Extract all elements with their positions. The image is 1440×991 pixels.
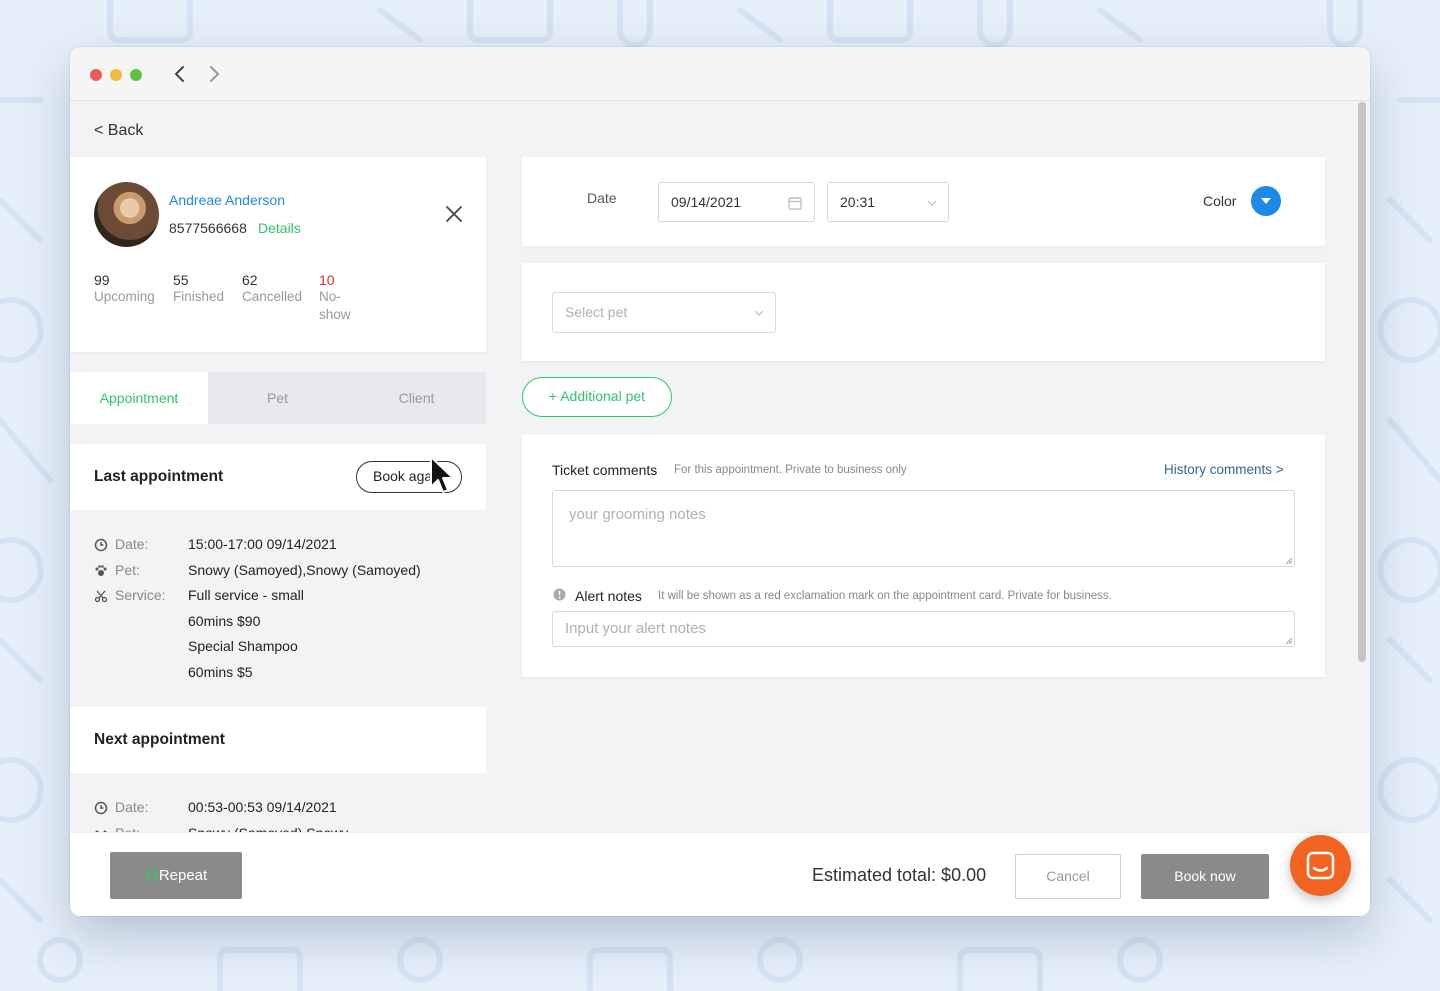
main-content: < Back Andreae Anderson 8577566668 Detai… [70, 102, 1370, 833]
stat-finished: 55 Finished [173, 272, 224, 306]
service-line: Full service - small [188, 587, 304, 603]
maximize-window-button[interactable] [130, 69, 142, 81]
comments-card: Ticket comments For this appointment. Pr… [522, 435, 1325, 677]
avatar [94, 182, 159, 247]
stat-noshow: 10 No-show [319, 272, 359, 324]
tab-client[interactable]: Client [347, 372, 486, 424]
service-line: 60mins $5 [188, 664, 253, 680]
minimize-window-button[interactable] [110, 69, 122, 81]
tab-appointment[interactable]: Appointment [70, 372, 208, 424]
chat-icon [1306, 851, 1335, 880]
alert-notes-textarea[interactable]: Input your alert notes [552, 611, 1295, 647]
last-service-label: Service: [115, 587, 166, 603]
last-pet-value: Snowy (Samoyed),Snowy (Samoyed) [188, 562, 421, 578]
select-pet-placeholder: Select pet [565, 304, 628, 320]
grooming-notes-placeholder: your grooming notes [569, 506, 706, 523]
stat-finished-label: Finished [173, 289, 225, 304]
alert-icon [553, 588, 566, 601]
service-line: Special Shampoo [188, 638, 298, 654]
clock-icon [94, 801, 108, 815]
paw-icon [95, 565, 107, 576]
additional-pet-button[interactable]: + Additional pet [522, 377, 672, 417]
book-now-button[interactable]: Book now [1141, 854, 1269, 899]
color-picker-button[interactable] [1251, 186, 1281, 216]
calendar-icon [788, 197, 802, 210]
estimated-total: Estimated total: $0.00 [812, 865, 987, 885]
tab-pet[interactable]: Pet [208, 372, 347, 424]
color-label: Color [1203, 193, 1237, 209]
clock-icon [94, 538, 108, 552]
stat-cancelled-count: 62 [242, 272, 258, 288]
repeat-icon [146, 869, 158, 881]
service-line: 60mins $90 [188, 613, 261, 629]
next-date-label: Date: [115, 799, 149, 815]
title-bar [70, 47, 1370, 101]
client-card: Andreae Anderson 8577566668 Details 99 U… [70, 157, 486, 352]
alert-notes-subtitle: It will be shown as a red exclamation ma… [658, 590, 1112, 602]
alert-notes-title: Alert notes [575, 588, 642, 604]
repeat-label: Repeat [158, 867, 208, 884]
select-pet-dropdown[interactable]: Select pet [552, 292, 776, 333]
caret-down-icon [1261, 198, 1271, 204]
next-appointment-details: Date: 00:53-00:53 09/14/2021 Pet: Snowy … [70, 773, 486, 833]
scissors-icon [94, 590, 108, 603]
next-appointment-title: Next appointment [94, 731, 225, 748]
close-window-button[interactable] [90, 69, 102, 81]
next-date-value: 00:53-00:53 09/14/2021 [188, 799, 337, 815]
time-select[interactable]: 20:31 [827, 182, 949, 222]
stat-cancelled: 62 Cancelled [242, 272, 302, 306]
grooming-notes-textarea[interactable]: your grooming notes [552, 490, 1295, 567]
client-name-link[interactable]: Andreae Anderson [169, 192, 285, 208]
stat-cancelled-label: Cancelled [242, 289, 303, 304]
ticket-comments-title: Ticket comments [552, 462, 658, 478]
last-date-label: Date: [115, 536, 149, 552]
stat-upcoming-count: 99 [94, 272, 110, 288]
chevron-right-icon[interactable] [204, 63, 224, 85]
scrollbar[interactable] [1358, 102, 1366, 662]
date-input[interactable]: 09/14/2021 [658, 182, 815, 222]
chat-launcher-button[interactable] [1290, 835, 1351, 896]
repeat-button[interactable]: Repeat [110, 852, 242, 899]
last-date-value: 15:00-17:00 09/14/2021 [188, 536, 337, 552]
stat-upcoming-label: Upcoming [94, 289, 155, 304]
stat-finished-count: 55 [173, 272, 189, 288]
date-value: 09/14/2021 [671, 194, 742, 210]
last-appointment-details: Date: 15:00-17:00 09/14/2021 Pet: Snowy … [70, 510, 486, 707]
stat-upcoming: 99 Upcoming [94, 272, 155, 306]
detail-tabs: Appointment Pet Client [70, 372, 486, 424]
close-icon[interactable] [444, 204, 464, 224]
chevron-down-icon [927, 200, 937, 206]
alert-notes-placeholder: Input your alert notes [565, 620, 706, 637]
client-phone: 8577566668 [169, 220, 247, 236]
last-appointment-header: Last appointment Book again [70, 444, 486, 510]
history-comments-link[interactable]: History comments > [1164, 462, 1284, 477]
date-label: Date [587, 190, 617, 206]
footer-bar: Repeat Estimated total: $0.00 Cancel Boo… [70, 832, 1370, 916]
time-value: 20:31 [840, 194, 876, 210]
back-link[interactable]: < Back [94, 122, 143, 140]
stat-noshow-count: 10 [319, 272, 335, 288]
resize-grip-icon[interactable] [1283, 635, 1293, 645]
chevron-down-icon [754, 310, 764, 316]
pet-select-card: Select pet [522, 263, 1325, 361]
app-window: < Back Andreae Anderson 8577566668 Detai… [70, 47, 1370, 916]
next-appointment-header: Next appointment [70, 707, 486, 773]
datetime-card: Date 09/14/2021 20:31 Color [522, 157, 1325, 246]
last-pet-label: Pet: [115, 562, 140, 578]
ticket-comments-subtitle: For this appointment. Private to busines… [674, 464, 907, 476]
stat-noshow-label: No-show [319, 289, 351, 322]
client-details-link[interactable]: Details [258, 220, 301, 236]
chevron-left-icon[interactable] [170, 63, 190, 85]
mouse-cursor-icon [430, 456, 454, 493]
cancel-button[interactable]: Cancel [1015, 854, 1121, 899]
last-appointment-title: Last appointment [94, 468, 224, 485]
resize-grip-icon[interactable] [1283, 555, 1293, 565]
